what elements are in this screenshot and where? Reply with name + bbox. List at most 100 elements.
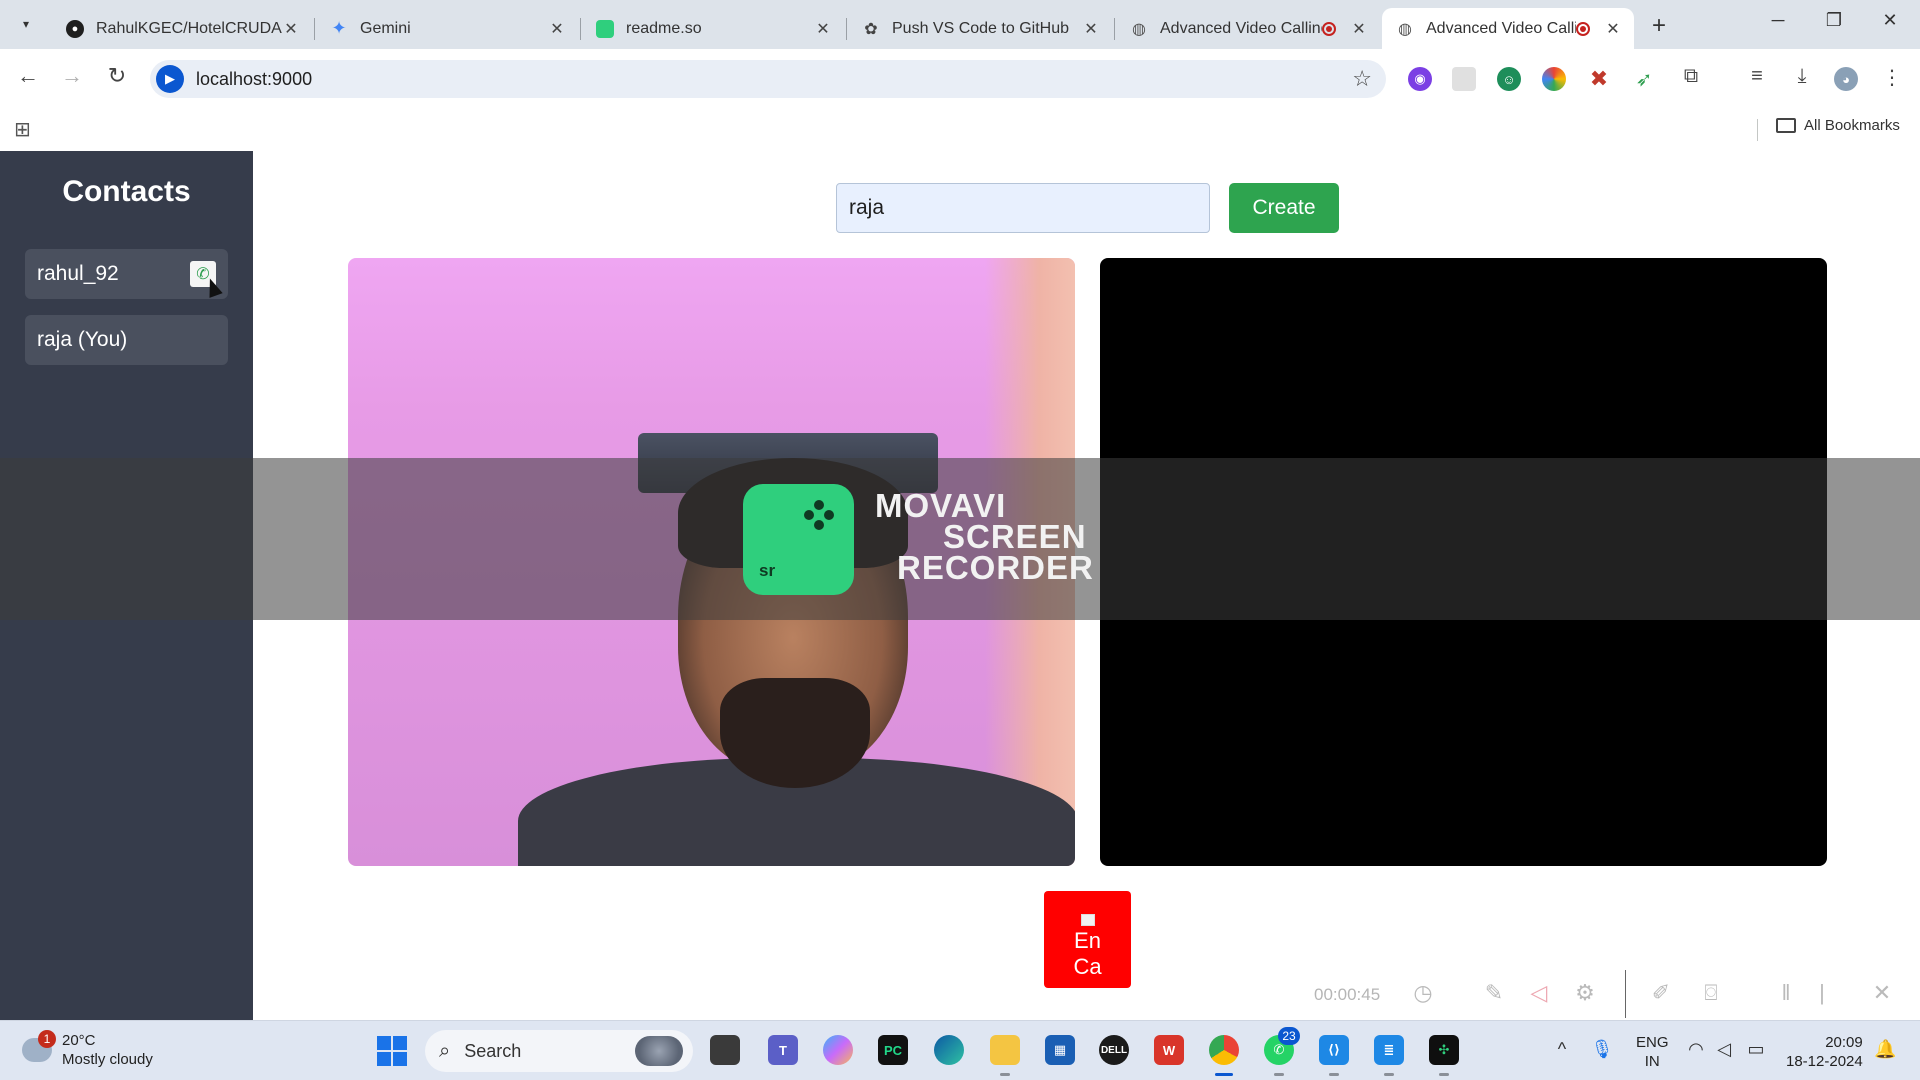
windows-taskbar: 1 20°C Mostly cloudy ⌕ Search T PC ▦ DEL… — [0, 1020, 1920, 1080]
microphone-icon[interactable]: 🎙 — [1590, 1039, 1614, 1060]
recorder-draw-pen-icon[interactable]: ✐ — [1647, 980, 1675, 1006]
wifi-icon[interactable]: ◠ — [1684, 1039, 1708, 1060]
movavi-logo-icon: sr — [743, 484, 854, 595]
copilot-icon[interactable] — [823, 1035, 853, 1065]
teams-icon[interactable]: T — [768, 1035, 798, 1065]
tab-close-icon[interactable]: ✕ — [1082, 19, 1100, 39]
edge-browser-icon[interactable] — [934, 1035, 964, 1065]
extension-green-robot-icon[interactable]: ☺ — [1497, 67, 1521, 91]
weather-alert-badge: 1 — [38, 1030, 56, 1048]
recorder-divider — [1625, 970, 1626, 1018]
minimize-icon[interactable]: ─ — [1758, 10, 1798, 31]
all-bookmarks-label: All Bookmarks — [1804, 117, 1900, 134]
back-arrow-icon[interactable]: ← — [13, 63, 43, 89]
clock-date: 18-12-2024 — [1786, 1053, 1863, 1070]
movavi-recorder-icon[interactable]: ✣ — [1429, 1035, 1459, 1065]
input-language[interactable]: ENG IN — [1636, 1033, 1669, 1071]
vscode-icon[interactable]: ⟨⟩ — [1319, 1035, 1349, 1065]
tab-video-calling-1[interactable]: ◍ Advanced Video Calling ✕ — [1116, 8, 1380, 49]
watermark-line-2: SCREEN — [943, 518, 1087, 555]
watermark-text: MOVAVI SCREEN RECORDER — [875, 489, 1094, 586]
taskbar-search[interactable]: ⌕ Search — [425, 1030, 693, 1072]
watermark-line-3: RECORDER — [897, 549, 1094, 586]
all-bookmarks-button[interactable]: All Bookmarks — [1776, 117, 1900, 134]
running-indicator — [1439, 1073, 1449, 1076]
extensions-puzzle-icon[interactable]: ⧉ — [1677, 65, 1705, 88]
recorder-timer-icon[interactable]: ◷ — [1409, 980, 1437, 1006]
username-input[interactable] — [836, 183, 1210, 233]
end-call-alt-line-2: Ca — [1073, 953, 1102, 979]
recording-indicator-icon — [1322, 21, 1336, 36]
tab-title: Gemini — [360, 19, 411, 37]
microsoft-store-icon[interactable]: ▦ — [1045, 1035, 1075, 1065]
extension-leaf-icon[interactable]: ➶ — [1632, 67, 1656, 91]
recorder-elapsed-time: 00:00:45 — [1314, 985, 1381, 1004]
dell-icon[interactable]: DELL — [1099, 1035, 1129, 1065]
apps-grid-icon[interactable]: ⊞ — [14, 117, 31, 142]
weather-widget[interactable]: 1 20°C Mostly cloudy — [22, 1030, 153, 1069]
recorder-close-icon[interactable]: ✕ — [1868, 980, 1896, 1006]
tab-close-icon[interactable]: ✕ — [814, 19, 832, 39]
tab-close-icon[interactable]: ✕ — [548, 19, 566, 39]
running-indicator — [1000, 1073, 1010, 1076]
create-button[interactable]: Create — [1229, 183, 1339, 233]
notification-bell-icon[interactable]: 🔔 — [1874, 1039, 1896, 1060]
extension-purple-icon[interactable]: ◉ — [1408, 67, 1432, 91]
site-video-icon[interactable]: ▶ — [156, 65, 184, 93]
tab-hotelcrud[interactable]: ● RahulKGEC/HotelCRUDApp ✕ — [52, 8, 312, 49]
file-explorer-folder-icon[interactable] — [990, 1035, 1020, 1065]
forward-arrow-icon[interactable]: → — [57, 63, 87, 89]
readme-icon — [596, 19, 614, 38]
recorder-mic-off-icon[interactable]: ✎ — [1480, 980, 1508, 1006]
tray-overflow-chevron-icon[interactable]: ^ — [1550, 1039, 1574, 1060]
tab-push-vscode[interactable]: ✿ Push VS Code to GitHub ✕ — [848, 8, 1112, 49]
contact-name: rahul_92 — [37, 262, 119, 285]
tab-title: readme.so — [626, 19, 702, 37]
tab-divider — [580, 18, 581, 40]
address-bar[interactable]: ▶ localhost:9000 ☆ — [150, 60, 1386, 98]
tab-close-icon[interactable]: ✕ — [282, 19, 300, 39]
recorder-pause-icon[interactable]: ‖ — [1772, 980, 1800, 1006]
close-window-icon[interactable]: ✕ — [1870, 10, 1910, 31]
bookmark-star-icon[interactable]: ☆ — [1352, 66, 1372, 92]
clock-time: 20:09 — [1825, 1034, 1863, 1051]
bookmarks-bar: ⊞ All Bookmarks — [0, 109, 1920, 151]
system-clock[interactable]: 20:09 18-12-2024 — [1786, 1033, 1863, 1071]
search-icon: ⌕ — [439, 1039, 451, 1062]
extension-color-wheel-icon[interactable] — [1542, 67, 1566, 91]
recorder-speaker-icon[interactable]: ◁ — [1525, 980, 1553, 1006]
extension-cross-icon[interactable]: ✖ — [1587, 66, 1611, 91]
contact-item-self[interactable]: raja (You) — [25, 315, 228, 365]
globe-icon: ◍ — [1132, 20, 1146, 38]
battery-icon[interactable]: ▭ — [1744, 1039, 1768, 1060]
extension-grey-icon[interactable] — [1452, 67, 1476, 91]
menu-kebab-icon[interactable]: ⋮ — [1878, 65, 1906, 90]
tab-video-calling-active[interactable]: ◍ Advanced Video Calling ✕ — [1382, 8, 1634, 49]
tab-gemini[interactable]: ✦ Gemini ✕ — [316, 8, 578, 49]
new-tab-plus-icon[interactable]: + — [1652, 12, 1666, 40]
recorder-stop-icon[interactable]: | — [1808, 980, 1836, 1006]
recorder-capture-icon[interactable]: ⌼ — [1697, 980, 1725, 1006]
address-url[interactable]: localhost:9000 — [196, 69, 312, 90]
downloads-icon[interactable]: ⤓ — [1788, 65, 1816, 88]
recorder-settings-gear-icon[interactable]: ⚙ — [1571, 980, 1599, 1006]
volume-icon[interactable]: ◁ — [1712, 1039, 1736, 1060]
tab-close-icon[interactable]: ✕ — [1350, 19, 1368, 39]
tab-readme[interactable]: readme.so ✕ — [582, 8, 844, 49]
browser-toolbar: ← → ↻ ▶ localhost:9000 ☆ ◉ ☺ ✖ ➶ ⧉ ≡ ⤓ ◕… — [0, 49, 1920, 109]
media-controls-icon[interactable]: ≡ — [1743, 65, 1771, 88]
profile-avatar-icon[interactable]: ◕ — [1834, 67, 1858, 91]
windows-start-icon[interactable] — [377, 1036, 407, 1066]
contact-item-rahul[interactable]: rahul_92 ✆ — [25, 249, 228, 299]
tab-search-chevron-icon[interactable]: ▾ — [14, 12, 38, 36]
cloud-weather-icon: 1 — [22, 1030, 56, 1062]
tab-close-icon[interactable]: ✕ — [1604, 19, 1622, 39]
pycharm-icon[interactable]: PC — [878, 1035, 908, 1065]
restore-icon[interactable]: ❐ — [1814, 10, 1854, 31]
wps-office-icon[interactable]: W — [1154, 1035, 1184, 1065]
chrome-icon[interactable] — [1209, 1035, 1239, 1065]
reload-icon[interactable]: ↻ — [102, 63, 132, 89]
file-explorer-dark-icon[interactable] — [710, 1035, 740, 1065]
notepad-icon[interactable]: ≣ — [1374, 1035, 1404, 1065]
end-call-button[interactable]: En Ca — [1044, 891, 1131, 988]
